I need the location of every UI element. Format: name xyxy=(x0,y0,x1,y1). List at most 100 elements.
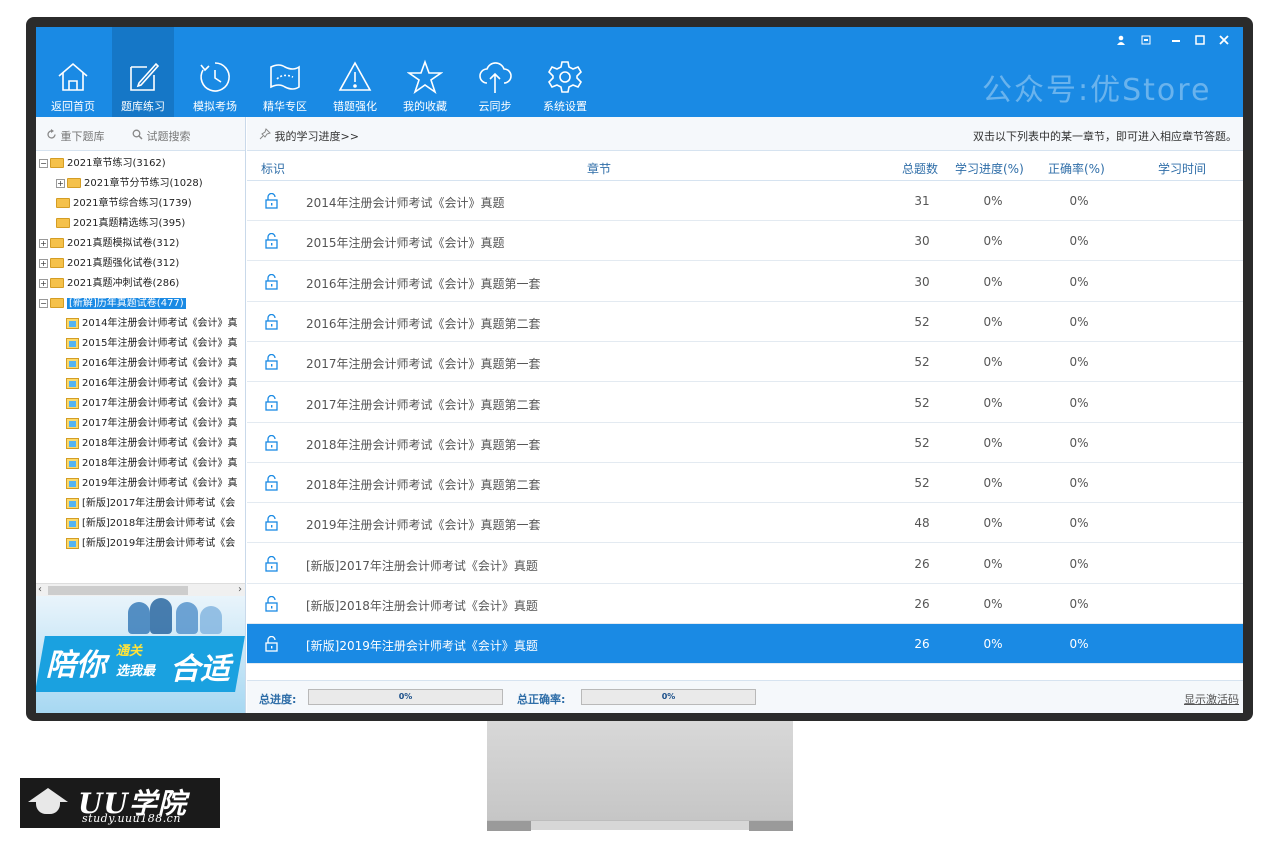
table-row[interactable]: [新版]2017年注册会计师考试《会计》真题 26 0% 0% xyxy=(247,544,1243,584)
banner-main-2: 合适 xyxy=(170,652,230,687)
table-row[interactable]: 2017年注册会计师考试《会计》真题第二套 52 0% 0% xyxy=(247,383,1243,423)
tree-node-label: [新版]2019年注册会计师考试《会 xyxy=(82,538,236,549)
promo-banner: 陪你 通关 选我最 合适 xyxy=(36,596,245,713)
tree-node-label: [新版]2017年注册会计师考试《会 xyxy=(82,498,236,509)
collapse-icon[interactable]: − xyxy=(39,158,48,168)
unlock-icon xyxy=(265,233,278,249)
tree-horizontal-scrollbar[interactable]: ‹ › xyxy=(36,583,245,596)
tree-node[interactable]: 2016年注册会计师考试《会计》真 xyxy=(66,355,237,373)
tree-node-label: 2017年注册会计师考试《会计》真 xyxy=(82,398,238,409)
stand-foot-edge xyxy=(749,821,793,831)
maximize-icon[interactable] xyxy=(1195,35,1205,48)
row-title: [新版]2017年注册会计师考试《会计》真题 xyxy=(306,558,538,573)
row-total: 30 xyxy=(914,234,930,249)
scroll-left-icon[interactable]: ‹ xyxy=(38,584,42,595)
toolbar-label: 精华专区 xyxy=(263,100,307,113)
toolbar-mistakes-button[interactable]: 错题强化 xyxy=(324,27,386,117)
tree-node[interactable]: 2021真题精选练习(395) xyxy=(56,215,185,233)
row-accuracy: 0% xyxy=(1069,314,1089,329)
toolbar-exam-button[interactable]: 模拟考场 xyxy=(184,27,246,117)
expand-icon[interactable]: + xyxy=(39,258,48,268)
tree-node[interactable]: 2021章节综合练习(1739) xyxy=(56,195,192,213)
cloud-icon xyxy=(477,59,513,95)
row-progress: 0% xyxy=(983,597,1003,611)
tree-node[interactable]: +2021真题强化试卷(312) xyxy=(39,255,179,273)
search-questions-button[interactable]: 试题搜索 xyxy=(132,128,191,144)
row-title: [新版]2018年注册会计师考试《会计》真题 xyxy=(306,599,538,613)
row-progress: 0% xyxy=(983,516,1003,531)
tree-node[interactable]: +2021章节分节练习(1028) xyxy=(56,175,203,193)
expand-icon[interactable]: + xyxy=(39,278,48,288)
toolbar-sync-button[interactable]: 云同步 xyxy=(464,27,526,117)
reload-bank-button[interactable]: 重下题库 xyxy=(46,128,105,144)
paper-icon xyxy=(66,397,79,409)
tree-node-label: 2015年注册会计师考试《会计》真 xyxy=(82,338,238,349)
table-row[interactable]: 2016年注册会计师考试《会计》真题第二套 52 0% 0% xyxy=(247,302,1243,342)
table-row[interactable]: [新版]2019年注册会计师考试《会计》真题 26 0% 0% xyxy=(247,624,1243,665)
row-total: 26 xyxy=(914,637,930,652)
tree-node[interactable]: 2015年注册会计师考试《会计》真 xyxy=(66,335,237,353)
table-row[interactable]: 2018年注册会计师考试《会计》真题第二套 52 0% 0% xyxy=(247,463,1243,504)
row-accuracy: 0% xyxy=(1069,194,1089,208)
tree-node[interactable]: [新版]2018年注册会计师考试《会 xyxy=(66,515,235,533)
table-row[interactable]: 2014年注册会计师考试《会计》真题 31 0% 0% xyxy=(247,181,1243,221)
toolbar-label: 系统设置 xyxy=(543,100,587,113)
tree-node-label: 2016年注册会计师考试《会计》真 xyxy=(82,358,238,369)
banner-main-1: 陪你 xyxy=(46,648,106,683)
tree-node[interactable]: [新版]2017年注册会计师考试《会 xyxy=(66,495,235,513)
row-total: 52 xyxy=(914,314,930,329)
tree-node[interactable]: 2018年注册会计师考试《会计》真 xyxy=(66,435,237,453)
tree-node[interactable]: +2021真题模拟试卷(312) xyxy=(39,235,179,253)
expand-icon[interactable]: + xyxy=(39,238,48,248)
table-row[interactable]: [新版]2018年注册会计师考试《会计》真题 26 0% 0% xyxy=(247,584,1243,624)
tree-node-label: 2021真题模拟试卷(312) xyxy=(67,238,180,249)
toolbar-essence-button[interactable]: 精华专区 xyxy=(254,27,316,117)
expand-icon[interactable]: + xyxy=(56,178,65,188)
tree-node[interactable]: 2014年注册会计师考试《会计》真 xyxy=(66,315,237,333)
tree-node[interactable]: − [新解]历年真题试卷(477) xyxy=(39,295,186,313)
table-row[interactable]: 2019年注册会计师考试《会计》真题第一套 48 0% 0% xyxy=(247,503,1243,544)
tree-node[interactable]: 2017年注册会计师考试《会计》真 xyxy=(66,395,237,413)
tree-node-label: 2014年注册会计师考试《会计》真 xyxy=(82,318,238,329)
scroll-right-icon[interactable]: › xyxy=(238,584,242,595)
table-row[interactable]: 2017年注册会计师考试《会计》真题第一套 52 0% 0% xyxy=(247,342,1243,383)
unlock-icon xyxy=(265,475,278,491)
column-progress: 学习进度(%) xyxy=(955,162,1024,176)
column-total: 总题数 xyxy=(902,162,939,176)
skin-icon[interactable] xyxy=(1141,35,1151,48)
row-title: 2014年注册会计师考试《会计》真题 xyxy=(306,196,505,210)
user-icon[interactable] xyxy=(1116,35,1126,48)
tree-node[interactable]: 2018年注册会计师考试《会计》真 xyxy=(66,455,237,473)
row-progress: 0% xyxy=(983,194,1003,208)
table-row[interactable]: 2018年注册会计师考试《会计》真题第一套 52 0% 0% xyxy=(247,423,1243,463)
toolbar-home-button[interactable]: 返回首页 xyxy=(42,27,104,117)
table-row[interactable]: 2016年注册会计师考试《会计》真题第一套 30 0% 0% xyxy=(247,262,1243,302)
tree-node[interactable]: − 2021章节练习(3162) xyxy=(39,155,166,173)
watermark-text: 公众号:优Store xyxy=(982,73,1212,108)
scrollbar-thumb[interactable] xyxy=(48,586,188,595)
close-icon[interactable] xyxy=(1219,35,1229,48)
collapse-icon[interactable]: − xyxy=(39,298,48,308)
paper-icon xyxy=(66,497,79,509)
tree-node[interactable]: 2016年注册会计师考试《会计》真 xyxy=(66,375,237,393)
tree-node[interactable]: 2019年注册会计师考试《会计》真 xyxy=(66,475,237,493)
tree-node[interactable]: 2017年注册会计师考试《会计》真 xyxy=(66,415,237,433)
row-total: 52 xyxy=(914,395,930,410)
toolbar-settings-button[interactable]: 系统设置 xyxy=(534,27,596,117)
people-illustration xyxy=(200,606,222,634)
tree-node-label: 2017年注册会计师考试《会计》真 xyxy=(82,418,238,429)
table-row[interactable]: 2015年注册会计师考试《会计》真题 30 0% 0% xyxy=(247,221,1243,262)
tree-node-label: 2018年注册会计师考试《会计》真 xyxy=(82,458,238,469)
show-activation-code-link[interactable]: 显示激活码 xyxy=(1184,691,1239,707)
toolbar-practice-button[interactable]: 题库练习 xyxy=(112,27,174,117)
people-illustration xyxy=(128,602,150,634)
toolbar-favorites-button[interactable]: 我的收藏 xyxy=(394,27,456,117)
unlock-icon xyxy=(265,596,278,612)
row-accuracy: 0% xyxy=(1069,637,1089,652)
minimize-icon[interactable] xyxy=(1171,31,1181,46)
monitor-stand xyxy=(487,721,793,820)
my-progress-link[interactable]: 我的学习进度>> xyxy=(259,128,359,144)
left-panel-header: 重下题库 试题搜索 xyxy=(36,117,245,151)
tree-node[interactable]: [新版]2019年注册会计师考试《会 xyxy=(66,535,235,553)
tree-node[interactable]: +2021真题冲刺试卷(286) xyxy=(39,275,179,293)
